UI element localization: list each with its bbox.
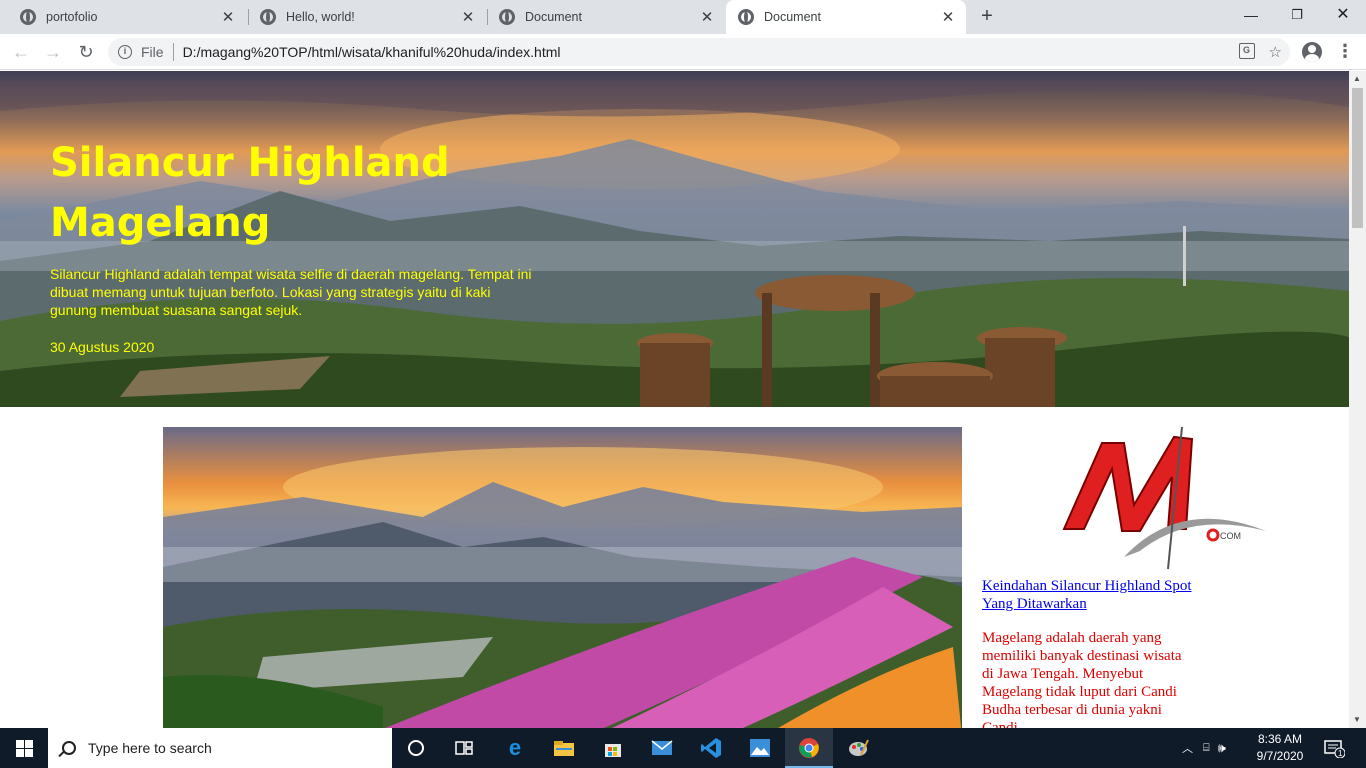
translate-icon[interactable]: G: [1238, 43, 1255, 59]
window-close-button[interactable]: ✕: [1320, 0, 1366, 30]
profile-avatar-icon[interactable]: [1302, 42, 1322, 62]
cortana-icon[interactable]: [402, 734, 430, 762]
hero-banner: Silancur Highland Magelang Silancur High…: [0, 71, 1349, 407]
tab-title: Document: [525, 10, 582, 24]
scroll-up-arrow-icon[interactable]: ▲: [1353, 74, 1361, 83]
article-paragraph: Magelang adalah daerah yang memiliki ban…: [982, 630, 1182, 728]
scrollbar-thumb[interactable]: [1352, 88, 1363, 228]
address-bar[interactable]: i File D:/magang%20TOP/html/wisata/khani…: [108, 38, 1290, 66]
scheme-label: File: [141, 44, 164, 60]
tab-document[interactable]: Document ✕: [487, 0, 725, 34]
url-text[interactable]: D:/magang%20TOP/html/wisata/khaniful%20h…: [183, 44, 561, 60]
action-center-icon[interactable]: 1: [1320, 734, 1348, 762]
clock-time: 8:36 AM: [1257, 732, 1303, 746]
new-tab-button[interactable]: +: [976, 5, 998, 27]
search-placeholder: Type here to search: [88, 740, 212, 756]
close-icon[interactable]: ✕: [458, 8, 478, 26]
hero-date: 30 Agustus 2020: [50, 339, 155, 355]
mail-icon[interactable]: [648, 734, 676, 762]
chrome-icon[interactable]: [795, 734, 823, 762]
show-hidden-icons-chevron-icon[interactable]: ︿: [1182, 740, 1193, 756]
info-icon[interactable]: i: [118, 45, 132, 59]
bookmark-star-icon[interactable]: ☆: [1269, 43, 1282, 61]
search-icon: [62, 741, 76, 755]
back-arrow-icon[interactable]: ←: [8, 40, 34, 64]
taskbar-clock[interactable]: 8:36 AM 9/7/2020: [1252, 731, 1308, 765]
network-icon[interactable]: ⌸: [1203, 742, 1210, 755]
microsoft-store-icon[interactable]: [599, 734, 627, 762]
omnibox-separator: [172, 43, 174, 61]
forward-arrow-icon[interactable]: →: [40, 40, 66, 64]
taskbar-search-box[interactable]: Type here to search: [48, 728, 392, 768]
scroll-down-arrow-icon[interactable]: ▼: [1353, 715, 1361, 724]
tab-hello-world[interactable]: Hello, world! ✕: [248, 0, 486, 34]
tab-title: Hello, world!: [286, 10, 355, 24]
close-icon[interactable]: ✕: [697, 8, 717, 26]
article-link[interactable]: Keindahan Silancur Highland Spot Yang Di…: [982, 577, 1192, 613]
globe-icon: [738, 9, 754, 25]
hero-description: Silancur Highland adalah tempat wisata s…: [50, 266, 532, 318]
page-viewport: Silancur Highland Magelang Silancur High…: [0, 71, 1349, 728]
reload-icon[interactable]: ↻: [73, 40, 99, 64]
edge-browser-icon[interactable]: e: [501, 734, 529, 762]
vscode-icon[interactable]: [697, 734, 725, 762]
hero-title: Silancur Highland Magelang: [50, 140, 450, 246]
tab-title: Document: [764, 10, 821, 24]
start-button[interactable]: [0, 728, 48, 768]
kebab-menu-icon[interactable]: ⋮: [1336, 41, 1354, 62]
close-icon[interactable]: ✕: [938, 8, 958, 26]
tab-strip: portofolio ✕ Hello, world! ✕ Document ✕ …: [0, 0, 1366, 34]
file-explorer-icon[interactable]: [550, 734, 578, 762]
task-view-icon[interactable]: [450, 734, 478, 762]
tab-title: portofolio: [46, 10, 98, 24]
main-flower-garden-image: [163, 427, 962, 728]
restore-button[interactable]: ❐: [1274, 0, 1320, 30]
minimize-button[interactable]: —: [1228, 0, 1274, 30]
svg-text:COM: COM: [1220, 531, 1241, 541]
tab-document-active[interactable]: Document ✕: [726, 0, 966, 34]
browser-toolbar: ← → ↻ i File D:/magang%20TOP/html/wisata…: [0, 34, 1366, 70]
globe-icon: [20, 9, 36, 25]
mc-logo: COM: [1060, 426, 1270, 577]
omnibox-actions: G ☆: [1238, 43, 1282, 61]
tab-portofolio[interactable]: portofolio ✕: [8, 0, 246, 34]
windows-taskbar: Type here to search e ︿ ⌸ 🕪 8:36 AM 9/7/…: [0, 728, 1366, 768]
system-tray: ︿ ⌸ 🕪: [1182, 728, 1226, 768]
globe-icon: [260, 9, 276, 25]
globe-icon: [499, 9, 515, 25]
close-icon[interactable]: ✕: [218, 8, 238, 26]
notification-count: 1: [1338, 749, 1343, 758]
clock-date: 9/7/2020: [1256, 749, 1304, 763]
page-scrollbar[interactable]: ▲ ▼: [1349, 71, 1366, 728]
volume-icon[interactable]: 🕪: [1218, 740, 1226, 756]
paint-icon[interactable]: [844, 734, 872, 762]
photos-icon[interactable]: [746, 734, 774, 762]
